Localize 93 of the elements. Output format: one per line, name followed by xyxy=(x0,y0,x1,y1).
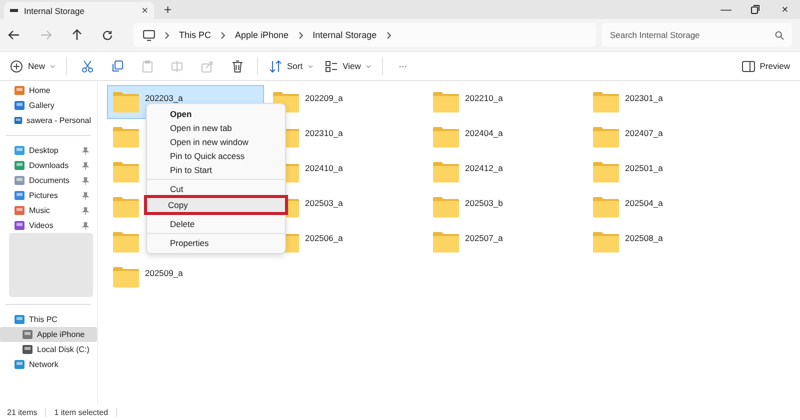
trash-icon xyxy=(230,60,244,72)
plus-circle-icon xyxy=(10,60,23,72)
new-button[interactable]: New xyxy=(6,55,60,77)
status-text: 1 item selected xyxy=(54,408,108,417)
sidebar-item[interactable]: Pictures xyxy=(0,188,91,203)
caret-icon xyxy=(308,64,313,68)
menu-item[interactable]: Copy xyxy=(147,198,285,212)
sidebar-item[interactable]: Documents xyxy=(0,173,91,188)
window-tab[interactable]: Internal Storage × xyxy=(4,2,154,19)
menu-item[interactable]: Pin to Start xyxy=(149,163,283,177)
folder-item[interactable]: 202509_a xyxy=(107,260,188,294)
folder-item[interactable]: 202503_b xyxy=(427,190,508,224)
menu-item[interactable]: Open in new tab xyxy=(149,121,283,135)
sidebar-item[interactable]: Network xyxy=(0,357,91,372)
copy-icon xyxy=(110,60,124,72)
folder-icon xyxy=(432,126,460,148)
monitor-icon xyxy=(143,30,155,40)
up-icon[interactable] xyxy=(72,29,82,41)
pin-icon xyxy=(82,176,89,184)
more-button[interactable]: ··· xyxy=(390,55,416,77)
sidebar-item[interactable]: Downloads xyxy=(0,158,91,173)
folder-item[interactable]: 202412_a xyxy=(427,155,508,189)
sidebar-item[interactable]: Desktop xyxy=(0,143,91,158)
folder-item[interactable]: 202210_a xyxy=(427,85,508,119)
sidebar-item[interactable]: Apple iPhone xyxy=(0,327,97,342)
folder-icon xyxy=(432,91,460,113)
pin-icon xyxy=(82,222,89,230)
folder-icon xyxy=(112,231,140,253)
close-tab-button[interactable]: × xyxy=(142,4,148,16)
pin-icon xyxy=(82,146,89,154)
clipboard-icon xyxy=(140,60,154,72)
folder-icon xyxy=(592,161,620,183)
share-icon xyxy=(200,60,214,72)
menu-item[interactable]: Open in new window xyxy=(149,135,283,149)
view-icon xyxy=(324,60,338,72)
pin-icon xyxy=(82,162,89,170)
sort-icon xyxy=(269,60,282,72)
breadcrumb-item[interactable]: Apple iPhone xyxy=(235,30,289,40)
folder-icon xyxy=(432,161,460,183)
folder-icon xyxy=(112,91,140,113)
pin-icon xyxy=(82,192,89,200)
close-button[interactable]: × xyxy=(770,4,800,16)
folder-item[interactable]: 202404_a xyxy=(427,120,508,154)
chevron-icon[interactable] xyxy=(298,32,303,38)
menu-item[interactable]: Properties xyxy=(149,236,283,250)
pin-icon xyxy=(82,206,89,214)
folder-icon xyxy=(592,196,620,218)
sort-button[interactable]: Sort xyxy=(265,55,317,77)
breadcrumb-item[interactable]: Internal Storage xyxy=(312,30,377,40)
sidebar-item[interactable]: sawera - Personal xyxy=(0,113,91,128)
folder-icon xyxy=(432,196,460,218)
folder-icon xyxy=(592,126,620,148)
minimize-button[interactable]: — xyxy=(711,4,741,16)
address-bar[interactable]: This PC Apple iPhone Internal Storage xyxy=(133,23,596,47)
folder-icon xyxy=(112,126,140,148)
folder-item[interactable]: 202507_a xyxy=(427,225,508,259)
sidebar-item[interactable]: Local Disk (C:) xyxy=(0,342,91,357)
folder-icon xyxy=(112,266,140,288)
sidebar-item[interactable]: Videos xyxy=(0,218,91,233)
sidebar-item[interactable]: Music xyxy=(0,203,91,218)
folder-item[interactable]: 202301_a xyxy=(587,85,668,119)
menu-item[interactable]: Pin to Quick access xyxy=(149,149,283,163)
chevron-icon[interactable] xyxy=(165,32,169,38)
chevron-icon[interactable] xyxy=(221,32,226,38)
view-button[interactable]: View xyxy=(320,55,375,77)
new-tab-button[interactable]: + xyxy=(164,2,172,17)
preview-button[interactable]: Preview xyxy=(738,55,794,77)
folder-icon xyxy=(112,161,140,183)
folder-item[interactable]: 202504_a xyxy=(587,190,668,224)
folder-icon xyxy=(592,91,620,113)
caret-icon xyxy=(366,64,371,68)
sidebar-item[interactable]: Home xyxy=(0,83,91,98)
caret-icon xyxy=(50,64,56,68)
restore-icon[interactable] xyxy=(751,5,760,14)
back-icon[interactable] xyxy=(8,30,20,40)
folder-icon xyxy=(432,231,460,253)
panel-icon xyxy=(742,60,755,72)
sidebar-item[interactable]: Gallery xyxy=(0,98,91,113)
status-text: 21 items xyxy=(7,408,38,417)
folder-icon xyxy=(112,196,140,218)
refresh-icon[interactable] xyxy=(102,30,113,40)
folder-item[interactable]: 202407_a xyxy=(587,120,668,154)
search-field[interactable]: Search Internal Storage xyxy=(602,23,792,47)
chevron-icon[interactable] xyxy=(386,32,391,38)
folder-icon xyxy=(592,231,620,253)
folder-item[interactable]: 202508_a xyxy=(587,225,668,259)
breadcrumb-item[interactable]: This PC xyxy=(179,30,212,40)
menu-item[interactable]: Delete xyxy=(149,217,283,231)
folder-item[interactable]: 202501_a xyxy=(587,155,668,189)
scissors-icon xyxy=(80,60,94,72)
menu-item[interactable]: Cut xyxy=(149,182,283,196)
sidebar-item[interactable]: This PC xyxy=(0,312,91,327)
rename-icon xyxy=(170,60,184,72)
